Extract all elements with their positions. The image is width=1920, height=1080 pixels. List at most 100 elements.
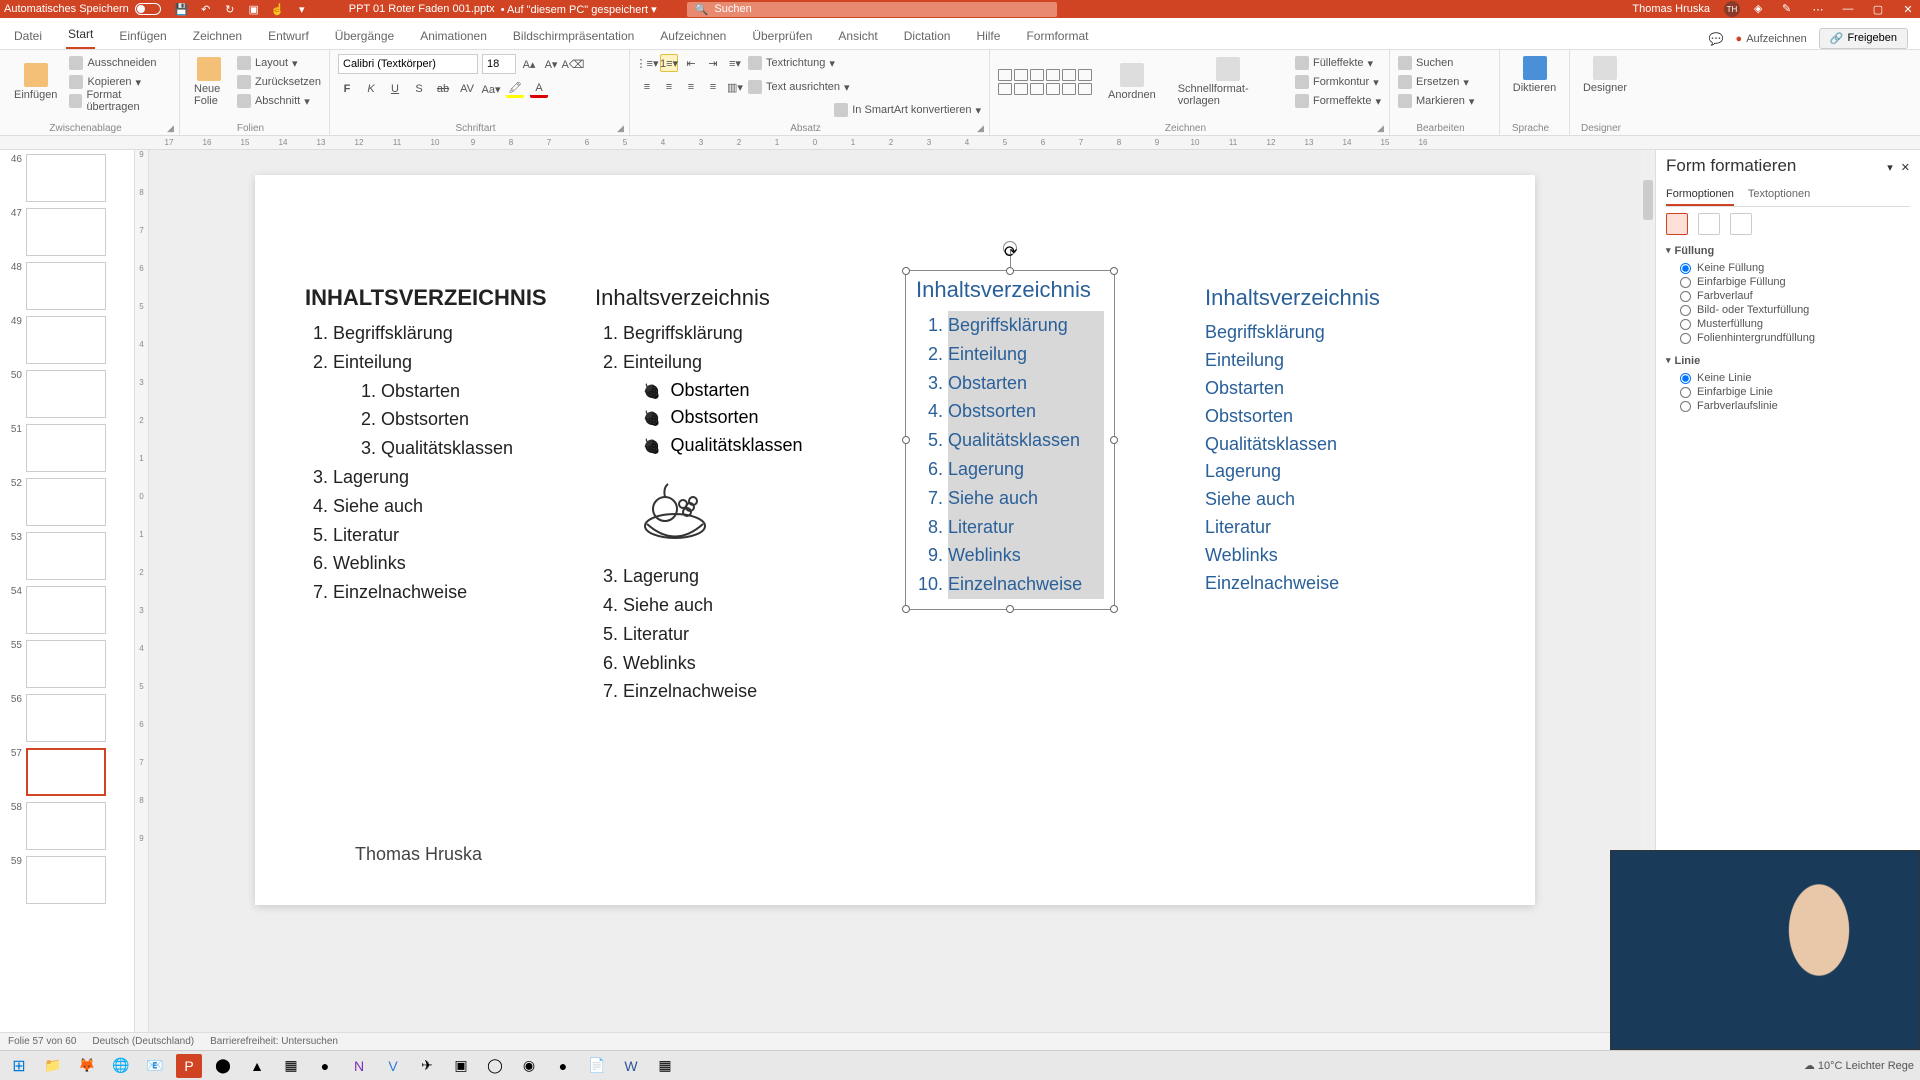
- pane-options-icon[interactable]: ▾: [1887, 162, 1893, 174]
- reset-button[interactable]: Zurücksetzen: [237, 73, 321, 91]
- tab-zeichnen[interactable]: Zeichnen: [191, 23, 244, 49]
- tab-formformat[interactable]: Formformat: [1024, 23, 1090, 49]
- thumbnail-pane[interactable]: 4647484950515253545556575859: [0, 150, 135, 1032]
- fill-section-header[interactable]: Füllung: [1666, 245, 1910, 257]
- dictate-button[interactable]: Diktieren: [1508, 54, 1561, 96]
- textbox-col2[interactable]: Inhaltsverzeichnis Begriffsklärung Einte…: [595, 285, 865, 706]
- tab-ueberpruefen[interactable]: Überprüfen: [750, 23, 814, 49]
- firefox-icon[interactable]: 🦊: [74, 1054, 100, 1078]
- case-icon[interactable]: Aa▾: [482, 80, 500, 98]
- resize-handle[interactable]: [1110, 436, 1118, 444]
- slide-canvas[interactable]: INHALTSVERZEICHNIS Begriffsklärung Einte…: [149, 150, 1641, 1032]
- fill-line-icon[interactable]: [1666, 213, 1688, 235]
- font-color-icon[interactable]: A: [530, 80, 548, 98]
- thumbnail-53[interactable]: 53: [4, 532, 130, 580]
- touch-icon[interactable]: ☝: [271, 2, 285, 16]
- draw-launcher-icon[interactable]: ◢: [1377, 123, 1387, 133]
- ribbon-options-icon[interactable]: ⋯: [1810, 2, 1826, 16]
- redo-icon[interactable]: ↻: [223, 2, 237, 16]
- thumbnail-54[interactable]: 54: [4, 586, 130, 634]
- explorer-icon[interactable]: 📁: [40, 1054, 66, 1078]
- resize-handle[interactable]: [1110, 267, 1118, 275]
- thumbnail-48[interactable]: 48: [4, 262, 130, 310]
- thumbnail-47[interactable]: 47: [4, 208, 130, 256]
- tab-start[interactable]: Start: [66, 21, 95, 49]
- save-icon[interactable]: 💾: [175, 2, 189, 16]
- record-button[interactable]: Aufzeichnen: [1736, 33, 1807, 45]
- shadow-icon[interactable]: S: [410, 80, 428, 98]
- thumbnail-46[interactable]: 46: [4, 154, 130, 202]
- qat-more-icon[interactable]: ▾: [295, 2, 309, 16]
- user-avatar[interactable]: TH: [1724, 1, 1740, 17]
- textbox-col1[interactable]: INHALTSVERZEICHNIS Begriffsklärung Einte…: [305, 285, 585, 607]
- line-none-radio[interactable]: Keine Linie: [1666, 371, 1910, 385]
- line-section-header[interactable]: Linie: [1666, 355, 1910, 367]
- app-icon[interactable]: ▦: [652, 1054, 678, 1078]
- fill-solid-radio[interactable]: Einfarbige Füllung: [1666, 275, 1910, 289]
- grow-font-icon[interactable]: A▴: [520, 55, 538, 73]
- comments-icon[interactable]: 💬: [1709, 32, 1724, 46]
- clipboard-launcher-icon[interactable]: ◢: [167, 123, 177, 133]
- shape-outline-button[interactable]: Formkontur▾: [1295, 73, 1381, 91]
- present-icon[interactable]: ▣: [247, 2, 261, 16]
- align-text-button[interactable]: Text ausrichten▾: [748, 78, 850, 96]
- font-name-select[interactable]: [338, 54, 478, 74]
- tab-ansicht[interactable]: Ansicht: [836, 23, 879, 49]
- app-icon[interactable]: ◉: [516, 1054, 542, 1078]
- shape-gallery[interactable]: [998, 69, 1092, 95]
- close-icon[interactable]: ✕: [1900, 2, 1916, 16]
- undo-icon[interactable]: ↶: [199, 2, 213, 16]
- outdent-icon[interactable]: ⇤: [682, 54, 700, 72]
- app-icon[interactable]: ●: [312, 1054, 338, 1078]
- search-box[interactable]: 🔍: [687, 2, 1057, 17]
- smartart-button[interactable]: In SmartArt konvertieren▾: [834, 101, 981, 119]
- app-icon[interactable]: ◯: [482, 1054, 508, 1078]
- align-center-icon[interactable]: ≡: [660, 78, 678, 96]
- highlight-icon[interactable]: 🖍: [506, 80, 524, 98]
- fill-picture-radio[interactable]: Bild- oder Texturfüllung: [1666, 303, 1910, 317]
- fill-gradient-radio[interactable]: Farbverlauf: [1666, 289, 1910, 303]
- layout-button[interactable]: Layout▾: [237, 54, 321, 72]
- tab-form-options[interactable]: Formoptionen: [1666, 184, 1734, 206]
- align-right-icon[interactable]: ≡: [682, 78, 700, 96]
- cloud-icon[interactable]: ◈: [1754, 2, 1768, 16]
- accessibility-status[interactable]: Barrierefreiheit: Untersuchen: [210, 1036, 338, 1047]
- textbox-col3-selected[interactable]: ⟳ Inhaltsverzeichnis Begriffsklärung Ein…: [905, 270, 1115, 610]
- textbox-col4[interactable]: Inhaltsverzeichnis Begriffsklärung Einte…: [1205, 285, 1425, 598]
- tab-hilfe[interactable]: Hilfe: [974, 23, 1002, 49]
- thumbnail-50[interactable]: 50: [4, 370, 130, 418]
- align-left-icon[interactable]: ≡: [638, 78, 656, 96]
- shape-effects-button[interactable]: Formeffekte▾: [1295, 92, 1381, 110]
- bullets-icon[interactable]: ⋮≡▾: [638, 54, 656, 72]
- select-button[interactable]: Markieren▾: [1398, 92, 1491, 110]
- thumbnail-49[interactable]: 49: [4, 316, 130, 364]
- pen-icon[interactable]: ✎: [1782, 2, 1796, 16]
- telegram-icon[interactable]: ✈: [414, 1054, 440, 1078]
- maximize-icon[interactable]: ▢: [1870, 2, 1886, 16]
- share-button[interactable]: 🔗Freigeben: [1819, 28, 1908, 49]
- onenote-icon[interactable]: N: [346, 1054, 372, 1078]
- columns-icon[interactable]: ▥▾: [726, 78, 744, 96]
- outlook-icon[interactable]: 📧: [142, 1054, 168, 1078]
- fill-slidebg-radio[interactable]: Folienhintergrundfüllung: [1666, 331, 1910, 345]
- indent-icon[interactable]: ⇥: [704, 54, 722, 72]
- resize-handle[interactable]: [1110, 605, 1118, 613]
- line-solid-radio[interactable]: Einfarbige Linie: [1666, 385, 1910, 399]
- clear-format-icon[interactable]: A⌫: [564, 55, 582, 73]
- word-icon[interactable]: W: [618, 1054, 644, 1078]
- size-props-icon[interactable]: [1730, 213, 1752, 235]
- bold-icon[interactable]: F: [338, 80, 356, 98]
- pane-close-icon[interactable]: ✕: [1901, 162, 1910, 174]
- line-spacing-icon[interactable]: ≡▾: [726, 54, 744, 72]
- underline-icon[interactable]: U: [386, 80, 404, 98]
- font-size-select[interactable]: [482, 54, 516, 74]
- resize-handle[interactable]: [1006, 605, 1014, 613]
- rotation-handle[interactable]: ⟳: [1003, 241, 1017, 255]
- justify-icon[interactable]: ≡: [704, 78, 722, 96]
- shrink-font-icon[interactable]: A▾: [542, 55, 560, 73]
- paste-button[interactable]: Einfügen: [8, 61, 63, 103]
- minimize-icon[interactable]: —: [1840, 2, 1856, 16]
- resize-handle[interactable]: [902, 605, 910, 613]
- scroll-thumb[interactable]: [1643, 180, 1653, 220]
- app-icon[interactable]: ▣: [448, 1054, 474, 1078]
